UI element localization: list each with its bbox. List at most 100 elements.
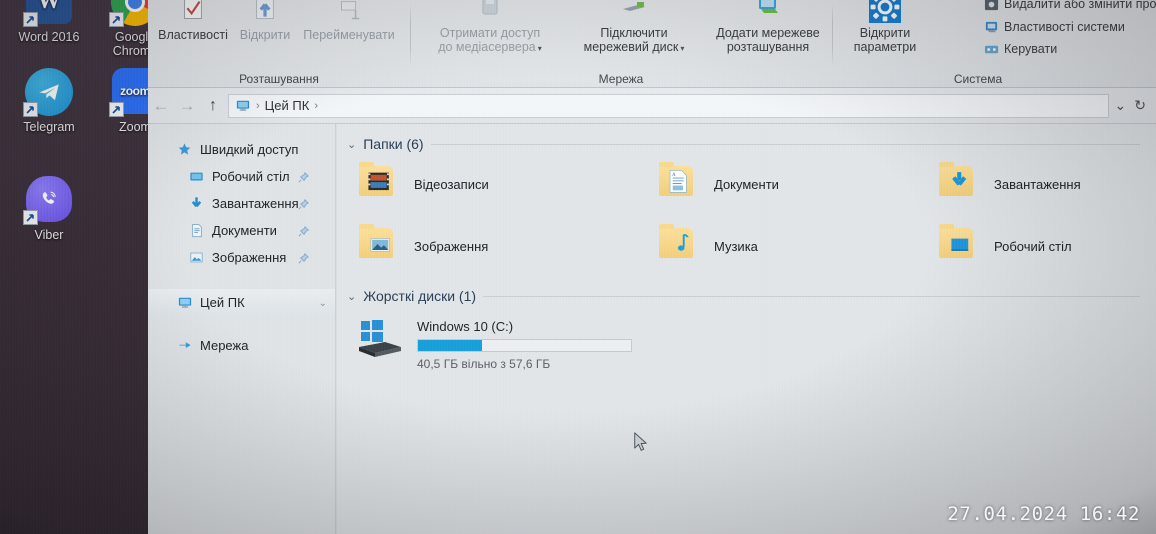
chevron-down-icon[interactable]: ▾: [680, 44, 684, 53]
ribbon-button-line1: Відкрити: [859, 26, 911, 40]
ribbon-button-map-network-drive[interactable]: Підключити мережевий диск ▾: [567, 0, 701, 56]
sidebar-item-network[interactable]: Мережа: [148, 332, 335, 359]
desktop-icon-label: Viber: [34, 228, 64, 242]
sidebar-item-downloads[interactable]: Завантаження: [148, 190, 335, 217]
folder-tile-documents[interactable]: A Документи: [657, 162, 779, 206]
ribbon-button-rename[interactable]: Перейменувати: [296, 0, 402, 42]
telegram-icon: [23, 68, 73, 117]
folder-tile-downloads[interactable]: Завантаження: [937, 162, 1081, 206]
section-header-hard-drives[interactable]: ⌄ Жорсткі диски (1): [337, 288, 1156, 304]
folder-tile-label: Документи: [714, 176, 779, 192]
ribbon-button-open-settings[interactable]: Відкрити параметри: [839, 0, 931, 54]
section-title: Папки (6): [363, 136, 424, 152]
drive-item-windows-c[interactable]: Windows 10 (C:) 40,5 ГБ вільно з 57,6 ГБ: [355, 317, 632, 371]
sidebar-item-documents[interactable]: Документи: [148, 217, 335, 244]
folder-tile-desktop[interactable]: Робочий стіл: [937, 224, 1072, 268]
navigation-pane: Швидкий доступ Робочий стіл Завантаження: [148, 124, 336, 534]
folder-tile-label: Музика: [714, 238, 758, 254]
ribbon-group-title: Система: [953, 72, 1003, 86]
shortcut-arrow-icon: [23, 102, 38, 117]
address-dropdown-icon[interactable]: ⌄: [1115, 97, 1127, 114]
ribbon-group-system: Відкрити параметри Видалити або змінити …: [833, 0, 1156, 88]
chevron-down-icon[interactable]: ⌄: [347, 138, 356, 151]
folder-tile-pictures[interactable]: Зображення: [357, 224, 488, 268]
sidebar-item-quick-access[interactable]: Швидкий доступ: [148, 136, 335, 163]
desktop-icon-label: Zoom: [119, 120, 151, 134]
ribbon-button-add-network-location[interactable]: Додати мережеве розташування: [703, 0, 833, 54]
folder-tile-videos[interactable]: Відеозаписи: [357, 162, 489, 206]
shortcut-arrow-icon: [23, 210, 38, 225]
chevron-down-icon[interactable]: ⌄: [319, 298, 327, 309]
file-list-pane[interactable]: ⌄ Папки (6) Відеозаписи A Документи Зава…: [337, 124, 1156, 534]
drive-free-space-text: 40,5 ГБ вільно з 57,6 ГБ: [417, 357, 551, 371]
ribbon-button-line1: Отримати доступ: [439, 26, 541, 40]
ribbon-button-line2: розташування: [726, 40, 810, 54]
settings-gear-icon: [839, 0, 931, 24]
documents-icon: [188, 222, 205, 239]
ribbon-item-system-properties[interactable]: Властивості системи: [983, 19, 1125, 35]
sidebar-item-pictures[interactable]: Зображення: [148, 244, 335, 271]
ribbon-item-label: Видалити або змінити програму: [1004, 0, 1156, 11]
sidebar-item-label: Мережа: [200, 338, 249, 353]
map-drive-icon: [567, 0, 701, 24]
camera-timestamp: 27.04.2024 16:42: [947, 503, 1140, 525]
network-icon: [176, 337, 193, 354]
windows-drive-icon: [355, 317, 407, 365]
address-bar[interactable]: › Цей ПК ›: [228, 93, 1109, 118]
forward-button[interactable]: →: [174, 96, 200, 116]
ribbon-item-uninstall-program[interactable]: Видалити або змінити програму: [983, 0, 1156, 12]
ribbon-button-open[interactable]: Відкрити: [232, 0, 298, 42]
downloads-icon: [188, 195, 205, 212]
refresh-icon[interactable]: ↻: [1134, 97, 1146, 114]
uninstall-program-icon: [983, 0, 999, 12]
desktop-background[interactable]: W Word 2016 Google Chrome Telegram zoom …: [0, 0, 159, 534]
drive-name: Windows 10 (C:): [417, 319, 514, 334]
up-button[interactable]: ↑: [200, 97, 226, 115]
ribbon-item-manage[interactable]: Керувати: [983, 41, 1057, 57]
ribbon-button-label: Відкрити: [239, 28, 291, 42]
desktop-icon-viber[interactable]: Viber: [6, 176, 92, 242]
ribbon-button-media-server[interactable]: Отримати доступ до медіасервера ▾: [415, 0, 565, 56]
folder-tile-label: Відеозаписи: [414, 176, 489, 192]
sidebar-item-label: Документи: [212, 223, 277, 238]
desktop-icon-word[interactable]: W Word 2016: [6, 0, 92, 44]
ribbon-button-line1: Підключити: [600, 26, 668, 40]
ribbon-group-title: Розташування: [239, 72, 319, 86]
back-button[interactable]: ←: [148, 96, 174, 116]
chevron-down-icon[interactable]: ⌄: [347, 290, 356, 303]
pin-icon[interactable]: [298, 252, 310, 264]
svg-text:A: A: [672, 173, 676, 178]
file-explorer-window: Властивості Відкрити Перейменувати Розта…: [148, 0, 1156, 534]
pin-icon[interactable]: [298, 198, 310, 210]
videos-folder-icon: [357, 162, 405, 206]
pin-icon[interactable]: [298, 171, 310, 183]
sidebar-item-label: Швидкий доступ: [200, 142, 299, 157]
breadcrumb-this-pc[interactable]: Цей ПК: [265, 98, 310, 113]
media-server-icon: [415, 0, 565, 24]
sidebar-item-this-pc[interactable]: Цей ПК ⌄: [148, 289, 335, 316]
section-header-folders[interactable]: ⌄ Папки (6): [337, 136, 1156, 152]
ribbon-button-line2: до медіасервера: [438, 40, 536, 54]
screen: W Word 2016 Google Chrome Telegram zoom …: [0, 0, 1156, 534]
this-pc-icon: [176, 294, 193, 311]
shortcut-arrow-icon: [109, 12, 124, 27]
navigation-bar: ← → ↑ › Цей ПК › ⌄ ↻: [148, 88, 1156, 124]
folder-tile-music[interactable]: Музика: [657, 224, 758, 268]
breadcrumb-separator[interactable]: ›: [314, 100, 318, 112]
pictures-folder-icon: [357, 224, 405, 268]
chevron-down-icon[interactable]: ▾: [538, 44, 542, 53]
this-pc-icon: [235, 99, 251, 113]
folder-tile-label: Робочий стіл: [994, 238, 1072, 254]
pin-icon[interactable]: [298, 225, 310, 237]
system-properties-icon: [983, 19, 999, 35]
sidebar-item-desktop[interactable]: Робочий стіл: [148, 163, 335, 190]
open-icon: [232, 0, 298, 26]
desktop-icon-telegram[interactable]: Telegram: [6, 68, 92, 134]
manage-computer-icon: [983, 41, 999, 57]
ribbon-button-properties[interactable]: Властивості: [154, 0, 232, 42]
drive-usage-bar: [417, 339, 632, 352]
section-divider: [430, 143, 1140, 145]
ribbon-toolbar: Властивості Відкрити Перейменувати Розта…: [148, 0, 1156, 88]
desktop-icon-label: Word 2016: [18, 30, 80, 44]
star-icon: [176, 141, 193, 158]
